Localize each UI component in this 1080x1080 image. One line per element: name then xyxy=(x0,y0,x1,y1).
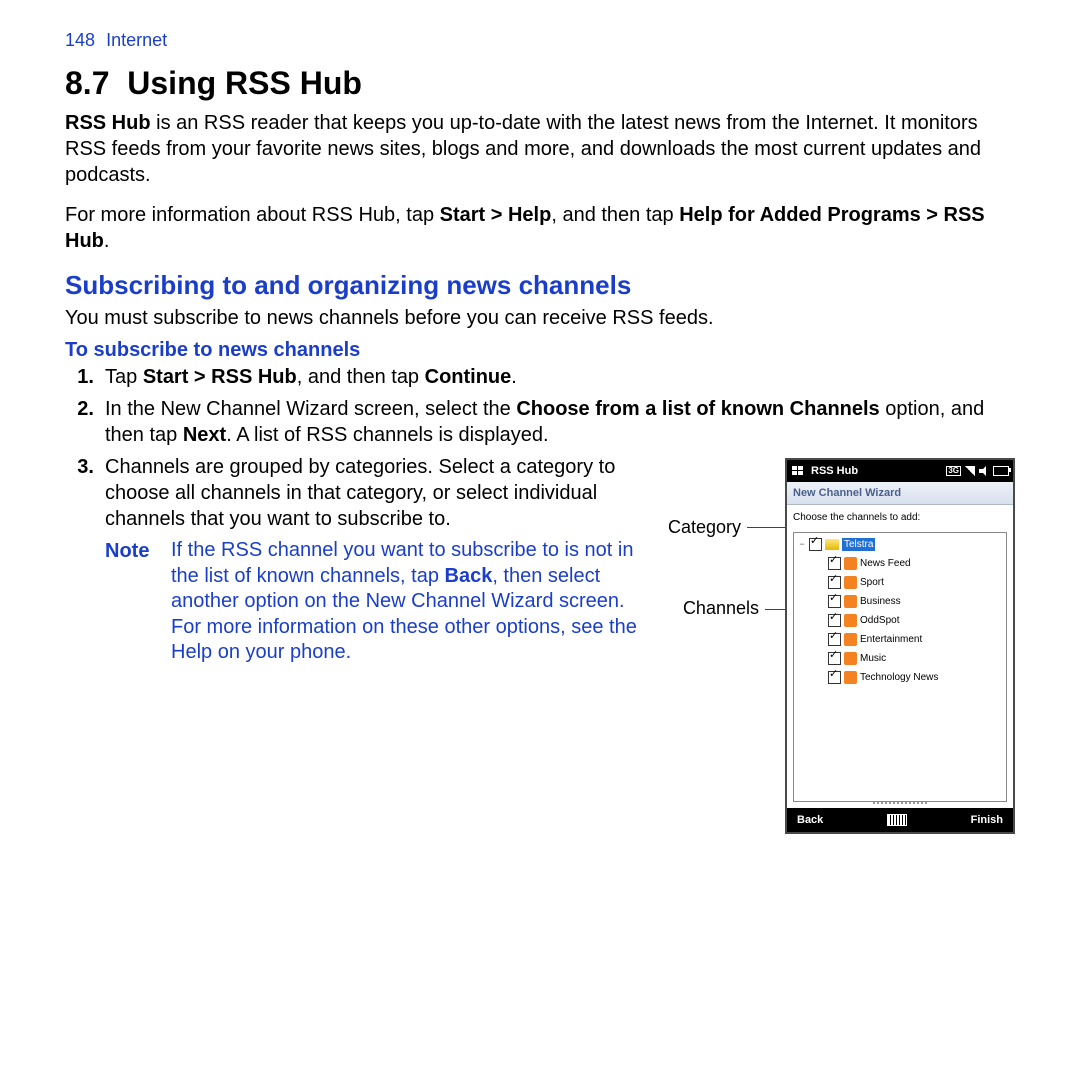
folder-icon xyxy=(825,539,839,550)
rss-icon xyxy=(844,652,857,665)
keyboard-icon[interactable] xyxy=(887,814,907,826)
rss-hub-term: RSS Hub xyxy=(65,112,151,134)
channel-label: OddSpot xyxy=(860,614,899,627)
step-3: Channels are grouped by categories. Sele… xyxy=(105,454,1015,834)
collapse-icon[interactable]: − xyxy=(798,539,806,551)
rss-icon xyxy=(844,595,857,608)
subsection-heading: Subscribing to and organizing news chann… xyxy=(65,270,1015,301)
callout-category: Category xyxy=(668,516,741,539)
step-1: Tap Start > RSS Hub, and then tap Contin… xyxy=(105,364,1015,390)
tree-category-row[interactable]: − Telstra xyxy=(796,537,1004,552)
procedure-heading: To subscribe to news channels xyxy=(65,339,1015,362)
channel-label: Sport xyxy=(860,576,884,589)
app-title: RSS Hub xyxy=(811,464,858,478)
note-block: Note If the RSS channel you want to subs… xyxy=(105,538,640,666)
volume-icon xyxy=(979,466,989,476)
channel-checkbox[interactable] xyxy=(828,671,841,684)
callout-line xyxy=(747,527,785,528)
windows-start-icon[interactable] xyxy=(791,464,805,478)
rss-icon xyxy=(844,633,857,646)
tree-channel-row[interactable]: Music xyxy=(826,651,1004,666)
step-2: In the New Channel Wizard screen, select… xyxy=(105,396,1015,448)
resize-handle[interactable] xyxy=(873,802,927,804)
battery-icon xyxy=(993,466,1009,476)
channel-tree[interactable]: − Telstra News Feed xyxy=(793,532,1007,802)
device-screenshot: RSS Hub 3G New Channel Wizard Choose the… xyxy=(785,458,1015,834)
title-bar: RSS Hub 3G xyxy=(787,460,1013,482)
channel-checkbox[interactable] xyxy=(828,576,841,589)
channel-label: Business xyxy=(860,595,901,608)
status-icons: 3G xyxy=(946,466,1009,476)
category-label[interactable]: Telstra xyxy=(842,538,875,551)
category-checkbox[interactable] xyxy=(809,538,822,551)
channel-label: News Feed xyxy=(860,557,911,570)
tree-channel-row[interactable]: Technology News xyxy=(826,670,1004,685)
callout-labels: Category Channels xyxy=(668,458,785,679)
intro-p2: For more information about RSS Hub, tap … xyxy=(65,202,1015,254)
prompt-text: Choose the channels to add: xyxy=(793,511,1007,524)
channel-checkbox[interactable] xyxy=(828,614,841,627)
step-3-text: Channels are grouped by categories. Sele… xyxy=(105,454,640,532)
steps-list: Tap Start > RSS Hub, and then tap Contin… xyxy=(83,364,1015,834)
channel-checkbox[interactable] xyxy=(828,633,841,646)
subsection-intro: You must subscribe to news channels befo… xyxy=(65,305,1015,331)
channel-label: Music xyxy=(860,652,886,665)
callout-channels: Channels xyxy=(683,597,759,620)
signal-icon xyxy=(965,466,975,476)
channel-checkbox[interactable] xyxy=(828,557,841,570)
window-subtitle: New Channel Wizard xyxy=(787,482,1013,505)
page-header: 148 Internet xyxy=(65,30,1015,51)
channel-label: Technology News xyxy=(860,671,938,684)
callout-line xyxy=(765,609,785,610)
chapter-name: Internet xyxy=(106,30,167,50)
note-body: If the RSS channel you want to subscribe… xyxy=(171,538,640,666)
intro-p1: RSS Hub is an RSS reader that keeps you … xyxy=(65,110,1015,188)
section-number: 8.7 xyxy=(65,65,109,101)
channel-label: Entertainment xyxy=(860,633,922,646)
channel-checkbox[interactable] xyxy=(828,652,841,665)
tree-channel-row[interactable]: News Feed xyxy=(826,556,1004,571)
tree-channel-row[interactable]: Business xyxy=(826,594,1004,609)
rss-icon xyxy=(844,576,857,589)
note-label: Note xyxy=(105,538,153,666)
rss-icon xyxy=(844,614,857,627)
tree-channel-row[interactable]: Sport xyxy=(826,575,1004,590)
finish-button[interactable]: Finish xyxy=(971,813,1003,827)
channel-checkbox[interactable] xyxy=(828,595,841,608)
network-3g-icon: 3G xyxy=(946,466,961,476)
tree-channel-row[interactable]: Entertainment xyxy=(826,632,1004,647)
rss-icon xyxy=(844,671,857,684)
section-title: 8.7 Using RSS Hub xyxy=(65,65,1015,102)
rss-icon xyxy=(844,557,857,570)
back-button[interactable]: Back xyxy=(797,813,823,827)
soft-key-bar: Back Finish xyxy=(787,808,1013,832)
page-number: 148 xyxy=(65,30,95,50)
tree-channel-row[interactable]: OddSpot xyxy=(826,613,1004,628)
section-name: Using RSS Hub xyxy=(127,65,362,101)
